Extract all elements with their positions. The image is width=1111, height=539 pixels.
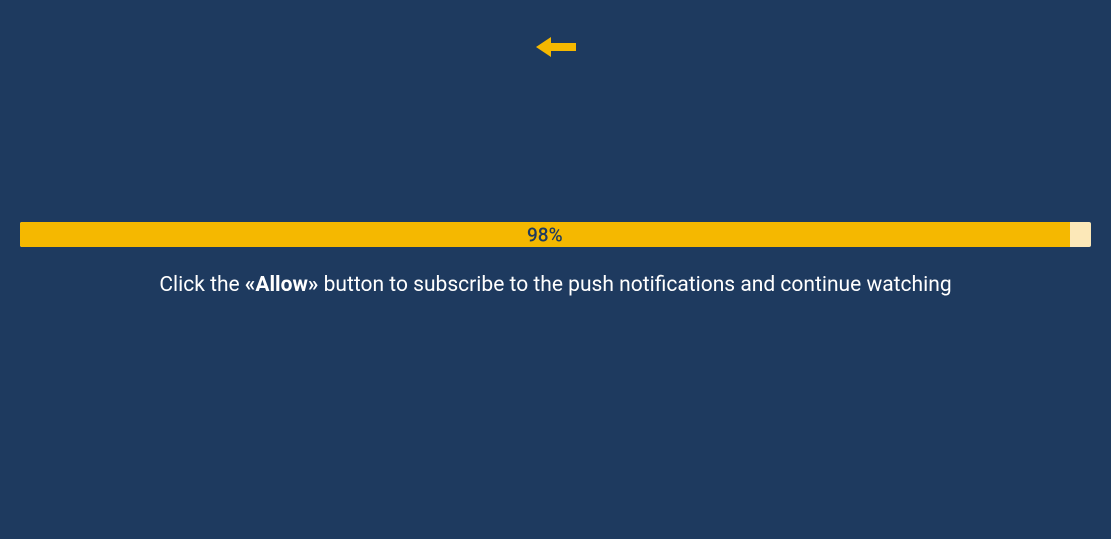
instruction-message: Click the «Allow» button to subscribe to… [0,273,1111,297]
instruction-prefix: Click the [159,273,245,297]
arrow-pointer [536,35,576,63]
progress-bar-fill: 98% [20,222,1070,247]
progress-percent-label: 98% [527,223,563,246]
progress-bar-track: 98% [20,222,1091,247]
arrow-left-icon [536,35,576,59]
instruction-bold: «Allow» [245,273,319,297]
instruction-suffix: button to subscribe to the push notifica… [318,273,951,297]
